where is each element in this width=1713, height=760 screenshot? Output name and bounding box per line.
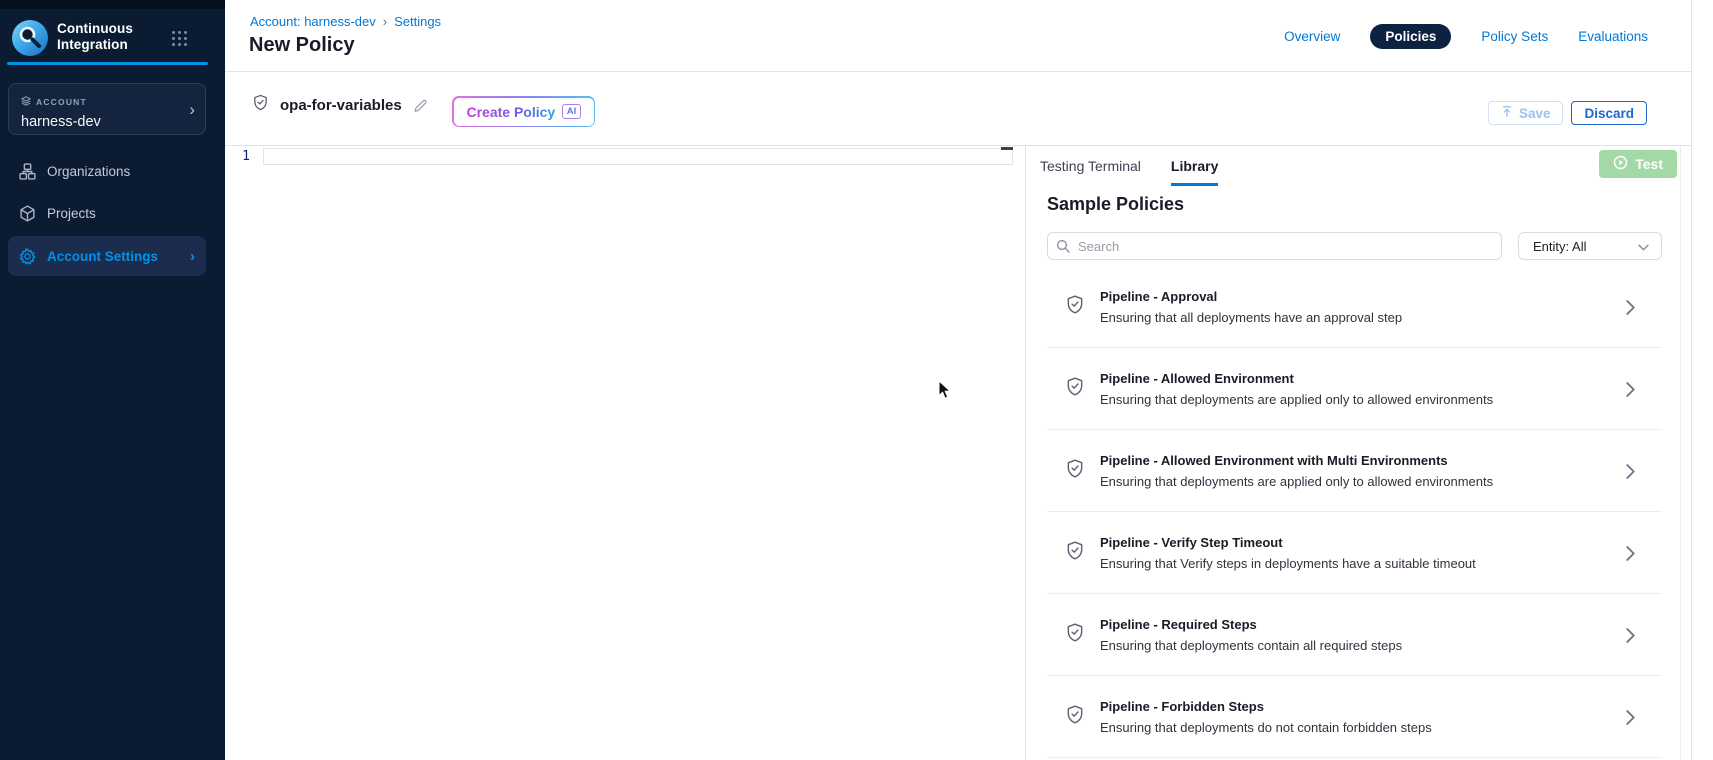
- panel-scrollbar[interactable]: [1680, 146, 1681, 760]
- panel-tabs: Testing Terminal Library: [1040, 158, 1218, 186]
- sample-policy-row[interactable]: Pipeline - Allowed Environment Ensuring …: [1047, 348, 1662, 430]
- sidebar-item-account-settings[interactable]: Account Settings ›: [8, 236, 206, 276]
- policy-description: Ensuring that all deployments have an ap…: [1100, 310, 1402, 325]
- chevron-right-icon: [1626, 300, 1635, 320]
- edit-pencil-icon[interactable]: [413, 98, 428, 113]
- library-panel: Testing Terminal Library Test Sample Pol…: [1026, 146, 1691, 760]
- save-label: Save: [1519, 106, 1551, 121]
- search-box: [1047, 232, 1502, 260]
- page-title: New Policy: [249, 34, 355, 57]
- policy-description: Ensuring that deployments are applied on…: [1100, 474, 1493, 489]
- create-policy-label: Create Policy: [467, 104, 556, 120]
- policy-description: Ensuring that Verify steps in deployment…: [1100, 556, 1476, 571]
- sample-policy-row[interactable]: Pipeline - Allowed Environment with Mult…: [1047, 430, 1662, 512]
- test-button[interactable]: Test: [1599, 150, 1677, 178]
- tab-overview[interactable]: Overview: [1284, 29, 1340, 44]
- policy-description: Ensuring that deployments do not contain…: [1100, 720, 1432, 735]
- tab-library[interactable]: Library: [1171, 158, 1218, 186]
- mouse-cursor: [938, 380, 952, 405]
- module-switcher-grid-icon[interactable]: [172, 31, 188, 47]
- policy-nav-tabs: Overview Policies Policy Sets Evaluation…: [1284, 24, 1648, 49]
- editor-line-number: 1: [228, 149, 250, 164]
- tab-testing-terminal[interactable]: Testing Terminal: [1040, 158, 1141, 186]
- policy-title: Pipeline - Approval: [1100, 289, 1402, 304]
- sidebar-item-label: Organizations: [47, 164, 130, 179]
- policy-title: Pipeline - Allowed Environment: [1100, 371, 1493, 386]
- policy-title: Pipeline - Required Steps: [1100, 617, 1402, 632]
- shield-check-icon: [1065, 622, 1085, 648]
- sidebar-top-strip: [0, 0, 225, 9]
- save-button[interactable]: Save: [1488, 101, 1564, 125]
- upload-icon: [1501, 105, 1513, 121]
- test-label: Test: [1635, 156, 1663, 172]
- chevron-right-icon: [1626, 628, 1635, 648]
- module-title: Continuous Integration: [57, 21, 133, 53]
- content-right-border: [1691, 0, 1692, 760]
- continuous-integration-logo-icon[interactable]: [12, 20, 48, 56]
- breadcrumb-account-link[interactable]: Account: harness-dev: [250, 14, 376, 29]
- policy-title: Pipeline - Forbidden Steps: [1100, 699, 1432, 714]
- sidebar: Continuous Integration ACCOUNT harness-d…: [0, 0, 225, 760]
- sample-policy-row[interactable]: Pipeline - Forbidden Steps Ensuring that…: [1047, 676, 1662, 758]
- module-active-underline: [7, 62, 208, 65]
- projects-icon: [19, 205, 36, 222]
- editor-current-line-highlight[interactable]: [263, 148, 1013, 165]
- sidebar-item-label: Account Settings: [47, 249, 158, 264]
- policy-title: Pipeline - Allowed Environment with Mult…: [1100, 453, 1493, 468]
- page-header: Account: harness-dev › Settings New Poli…: [225, 0, 1691, 72]
- sample-policy-list: Pipeline - Approval Ensuring that all de…: [1047, 266, 1662, 758]
- app-window: Continuous Integration ACCOUNT harness-d…: [0, 0, 1713, 760]
- breadcrumb: Account: harness-dev › Settings: [250, 14, 441, 29]
- ai-badge: AI: [562, 104, 581, 119]
- chevron-right-icon: [1626, 710, 1635, 730]
- sample-policy-row[interactable]: Pipeline - Required Steps Ensuring that …: [1047, 594, 1662, 676]
- account-label: ACCOUNT: [36, 97, 87, 107]
- entity-filter-dropdown[interactable]: Entity: All: [1518, 232, 1662, 260]
- chevron-right-icon: [1626, 382, 1635, 402]
- editor-cursor-mark: [1001, 147, 1013, 150]
- chevron-right-icon: ›: [189, 101, 195, 118]
- breadcrumb-settings-link[interactable]: Settings: [394, 14, 441, 29]
- chevron-right-icon: [1626, 546, 1635, 566]
- create-policy-ai-button[interactable]: Create Policy AI: [452, 96, 595, 127]
- account-selector[interactable]: ACCOUNT harness-dev ›: [8, 83, 206, 135]
- account-icon: [21, 93, 31, 111]
- sample-policy-row[interactable]: Pipeline - Approval Ensuring that all de…: [1047, 266, 1662, 348]
- discard-label: Discard: [1584, 106, 1634, 121]
- sample-policy-row[interactable]: Pipeline - Verify Step Timeout Ensuring …: [1047, 512, 1662, 594]
- policy-description: Ensuring that deployments contain all re…: [1100, 638, 1402, 653]
- sidebar-item-projects[interactable]: Projects: [8, 193, 206, 233]
- sidebar-item-organizations[interactable]: Organizations: [8, 151, 206, 191]
- shield-check-icon: [1065, 294, 1085, 320]
- policy-title: Pipeline - Verify Step Timeout: [1100, 535, 1476, 550]
- tab-evaluations[interactable]: Evaluations: [1578, 29, 1648, 44]
- gear-icon: [19, 248, 36, 265]
- breadcrumb-separator: ›: [383, 14, 387, 29]
- discard-button[interactable]: Discard: [1571, 101, 1647, 125]
- shield-check-icon: [1065, 704, 1085, 730]
- search-input[interactable]: [1047, 232, 1502, 260]
- policy-name: opa-for-variables: [280, 97, 402, 114]
- sample-policies-title: Sample Policies: [1047, 194, 1184, 215]
- play-circle-icon: [1613, 155, 1628, 173]
- search-icon: [1056, 239, 1070, 258]
- entity-filter-value: Entity: All: [1533, 239, 1586, 254]
- tab-policies[interactable]: Policies: [1370, 24, 1451, 49]
- shield-check-icon: [252, 94, 269, 116]
- shield-check-icon: [1065, 458, 1085, 484]
- chevron-right-icon: ›: [190, 248, 195, 265]
- policy-code-editor[interactable]: 1: [225, 146, 1025, 760]
- chevron-down-icon: [1638, 239, 1649, 254]
- shield-check-icon: [1065, 540, 1085, 566]
- policy-description: Ensuring that deployments are applied on…: [1100, 392, 1493, 407]
- account-name: harness-dev: [21, 114, 193, 130]
- organizations-icon: [19, 163, 36, 180]
- sidebar-item-label: Projects: [47, 206, 96, 221]
- shield-check-icon: [1065, 376, 1085, 402]
- tab-policy-sets[interactable]: Policy Sets: [1481, 29, 1548, 44]
- chevron-right-icon: [1626, 464, 1635, 484]
- policy-toolbar: opa-for-variables Create Policy AI: [225, 72, 1691, 146]
